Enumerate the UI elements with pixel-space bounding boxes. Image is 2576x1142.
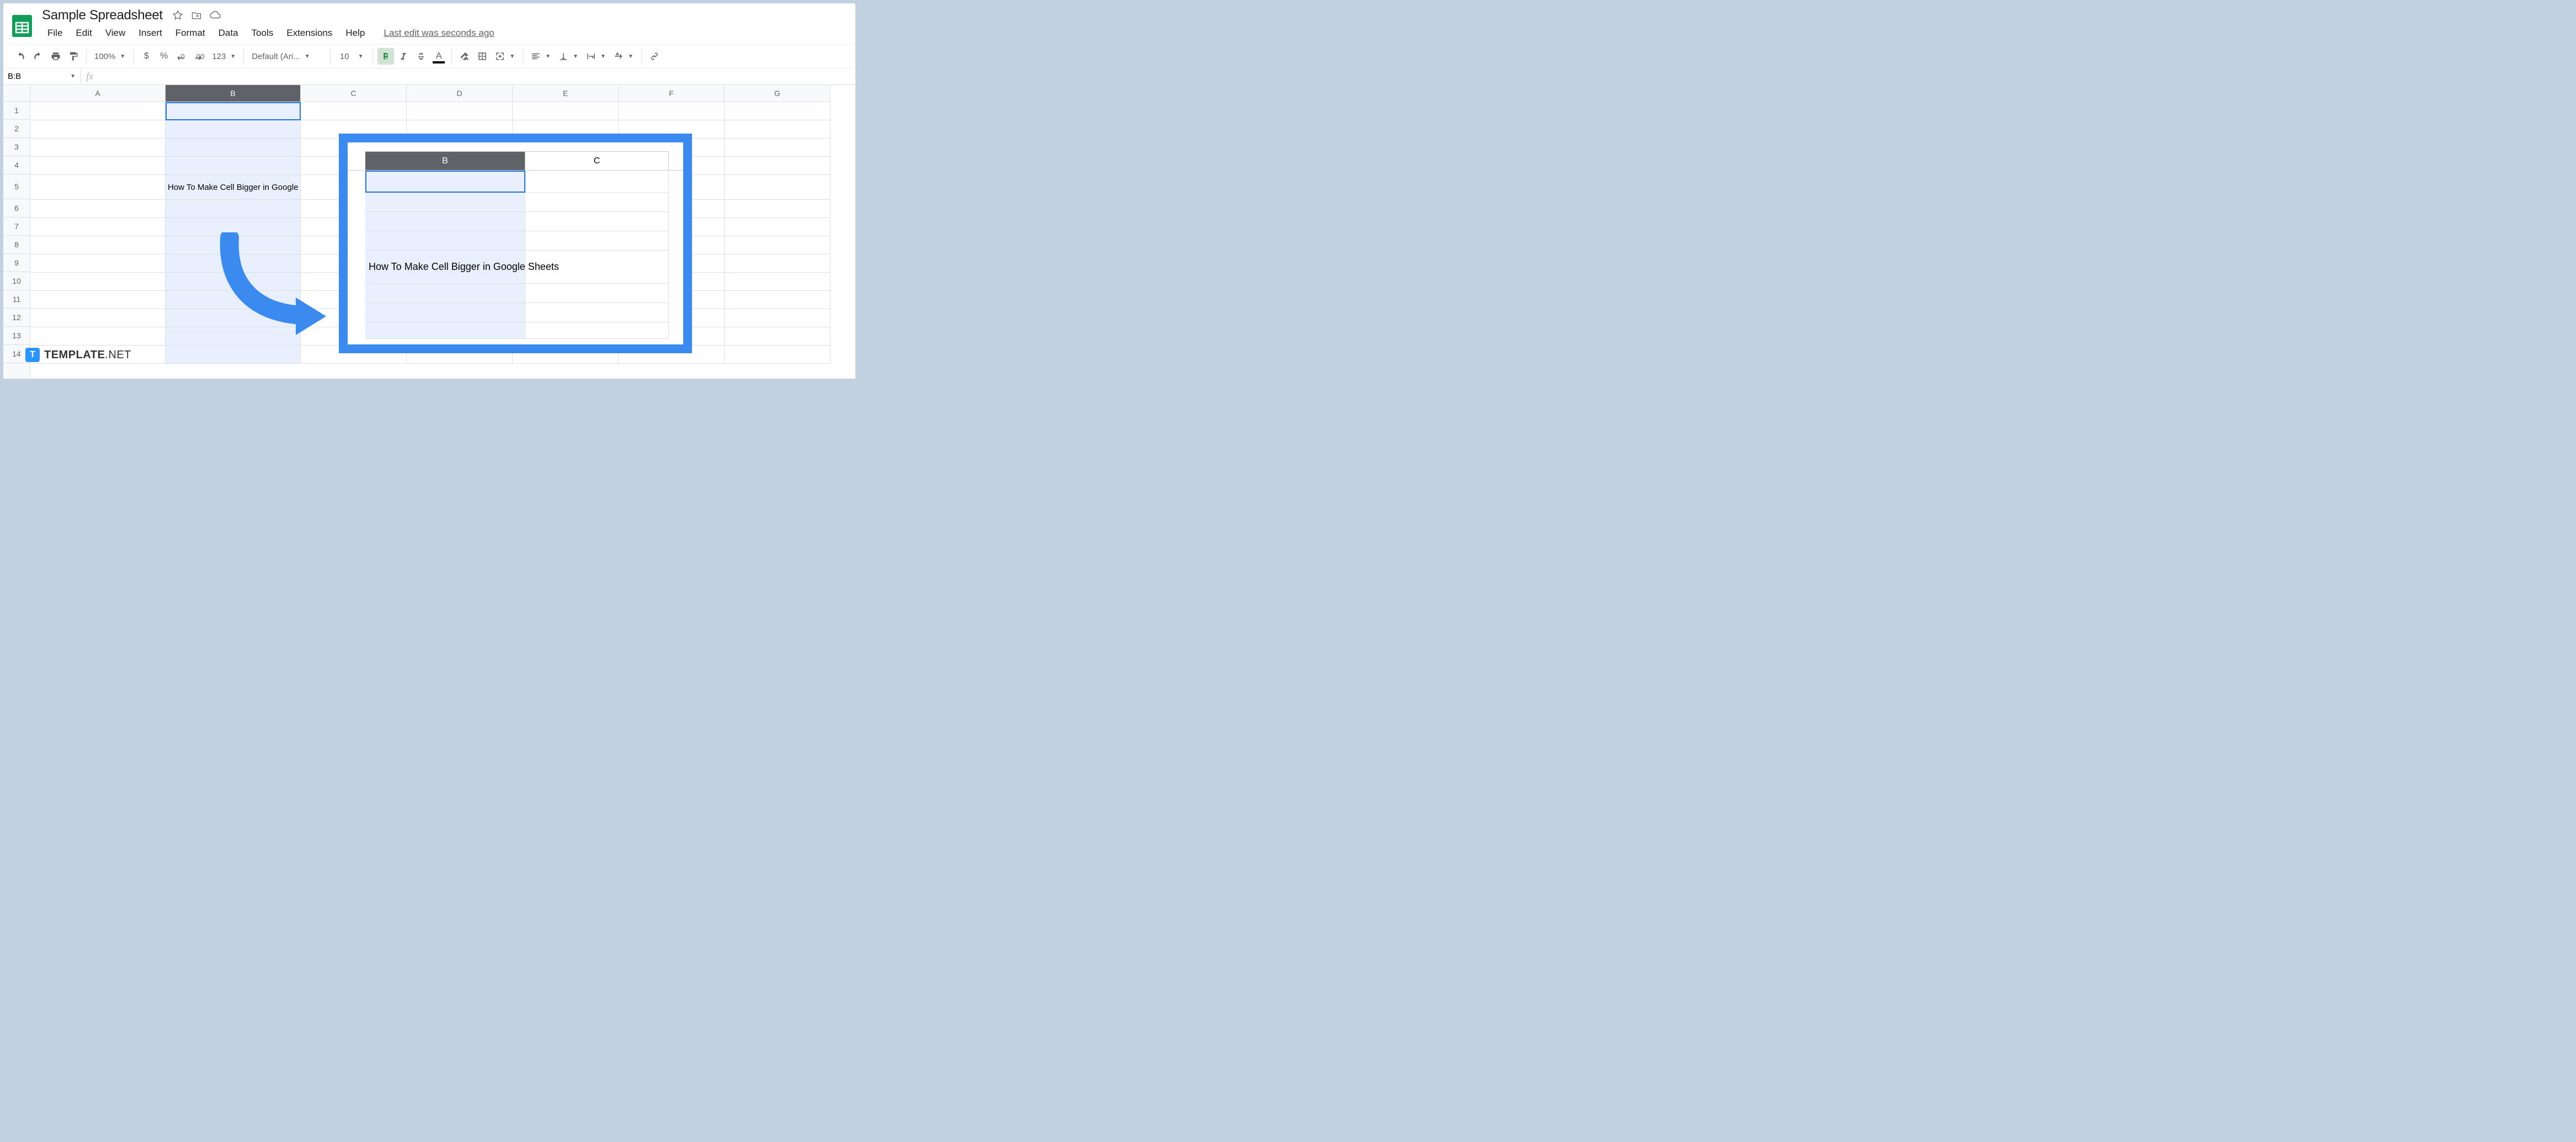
namebox-row: B:B▼ fx — [3, 68, 855, 85]
row-header[interactable]: 1 — [3, 102, 30, 120]
title-area: Sample Spreadsheet File Edit View Insert… — [42, 8, 494, 44]
row-header[interactable]: 3 — [3, 138, 30, 156]
inset-illustration: B C How To Make Cell Bigger in Google Sh… — [339, 134, 692, 353]
row-header[interactable]: 2 — [3, 120, 30, 138]
title-row: Sample Spreadsheet File Edit View Insert… — [3, 3, 855, 44]
menu-extensions[interactable]: Extensions — [281, 25, 338, 41]
column-header[interactable]: A — [30, 85, 166, 102]
sheets-logo-icon[interactable] — [10, 9, 34, 43]
column-header[interactable]: C — [301, 85, 407, 102]
menu-data[interactable]: Data — [213, 25, 244, 41]
row-header[interactable]: 7 — [3, 217, 30, 236]
select-all-corner[interactable] — [3, 85, 30, 102]
menu-insert[interactable]: Insert — [133, 25, 168, 41]
font-dropdown[interactable]: Default (Ari...▼ — [248, 52, 326, 61]
formula-bar[interactable]: fx — [81, 71, 99, 82]
borders-button[interactable] — [474, 48, 491, 65]
app-frame: Sample Spreadsheet File Edit View Insert… — [3, 3, 855, 379]
fill-color-button[interactable] — [456, 48, 473, 65]
row-header[interactable]: 10 — [3, 272, 30, 290]
separator — [86, 50, 87, 63]
zoom-dropdown[interactable]: 100%▼ — [91, 52, 129, 61]
row-header[interactable]: 8 — [3, 236, 30, 254]
inset-column-header-c: C — [525, 151, 669, 170]
vertical-align-dropdown[interactable]: ▼ — [555, 51, 582, 61]
menu-bar: File Edit View Insert Format Data Tools … — [42, 24, 494, 44]
merge-cells-dropdown[interactable]: ▼ — [492, 51, 518, 61]
format-percent-button[interactable]: % — [156, 48, 172, 65]
column-header-selected[interactable]: B — [166, 85, 301, 102]
row-header[interactable]: 11 — [3, 290, 30, 309]
cell-b5-text: How To Make Cell Bigger in Google Sheets — [168, 183, 298, 192]
row-header[interactable]: 6 — [3, 199, 30, 217]
insert-link-button[interactable] — [646, 48, 663, 65]
column-header[interactable]: D — [407, 85, 513, 102]
watermark-text: TEMPLATE.NET — [44, 349, 131, 362]
title-icons — [172, 9, 221, 22]
watermark: T TEMPLATE.NET — [25, 348, 131, 362]
redo-button[interactable] — [30, 48, 46, 65]
row-header[interactable]: 9 — [3, 254, 30, 272]
bold-button[interactable] — [377, 48, 394, 65]
paint-format-button[interactable] — [65, 48, 82, 65]
column-headers: A B C D E F G — [30, 85, 831, 102]
format-currency-button[interactable]: $ — [138, 48, 155, 65]
row-header[interactable]: 5 — [3, 174, 30, 199]
menu-tools[interactable]: Tools — [246, 25, 279, 41]
separator — [372, 50, 373, 63]
document-title[interactable]: Sample Spreadsheet — [42, 8, 163, 23]
column-header[interactable]: G — [725, 85, 831, 102]
inset-column-header-b: B — [365, 151, 525, 170]
column-header[interactable]: E — [513, 85, 619, 102]
text-color-button[interactable]: A — [430, 48, 447, 65]
more-formats-dropdown[interactable]: 123▼ — [209, 52, 239, 61]
increase-decimal-button[interactable]: .00 — [191, 48, 207, 65]
strikethrough-button[interactable] — [413, 48, 429, 65]
menu-format[interactable]: Format — [170, 25, 211, 41]
menu-view[interactable]: View — [100, 25, 131, 41]
menu-edit[interactable]: Edit — [70, 25, 97, 41]
menu-help[interactable]: Help — [340, 25, 370, 41]
star-icon[interactable] — [172, 9, 184, 22]
separator — [243, 50, 244, 63]
text-wrap-dropdown[interactable]: ▼ — [583, 51, 609, 61]
toolbar: 100%▼ $ % .0 .00 123▼ Default (Ari...▼ 1… — [3, 44, 855, 68]
title-line: Sample Spreadsheet — [42, 8, 494, 23]
cloud-status-icon[interactable] — [209, 9, 221, 22]
name-box[interactable]: B:B▼ — [3, 68, 81, 84]
row-headers: 1 2 3 4 5 6 7 8 9 10 11 12 13 14 — [3, 85, 30, 379]
menu-file[interactable]: File — [42, 25, 68, 41]
italic-button[interactable] — [395, 48, 412, 65]
last-edit-link[interactable]: Last edit was seconds ago — [384, 28, 494, 39]
separator — [641, 50, 642, 63]
text-rotation-dropdown[interactable]: ▼ — [610, 51, 637, 61]
undo-button[interactable] — [12, 48, 29, 65]
row-header[interactable]: 12 — [3, 309, 30, 327]
watermark-logo-icon: T — [25, 348, 40, 362]
separator — [330, 50, 331, 63]
horizontal-align-dropdown[interactable]: ▼ — [528, 51, 554, 61]
row-header[interactable]: 4 — [3, 156, 30, 174]
move-icon[interactable] — [190, 9, 203, 22]
separator — [451, 50, 452, 63]
decrease-decimal-button[interactable]: .0 — [173, 48, 190, 65]
row-header[interactable]: 13 — [3, 327, 30, 345]
font-size-dropdown[interactable]: 10▼ — [335, 52, 368, 61]
separator — [133, 50, 134, 63]
column-header[interactable]: F — [619, 85, 725, 102]
print-button[interactable] — [47, 48, 64, 65]
